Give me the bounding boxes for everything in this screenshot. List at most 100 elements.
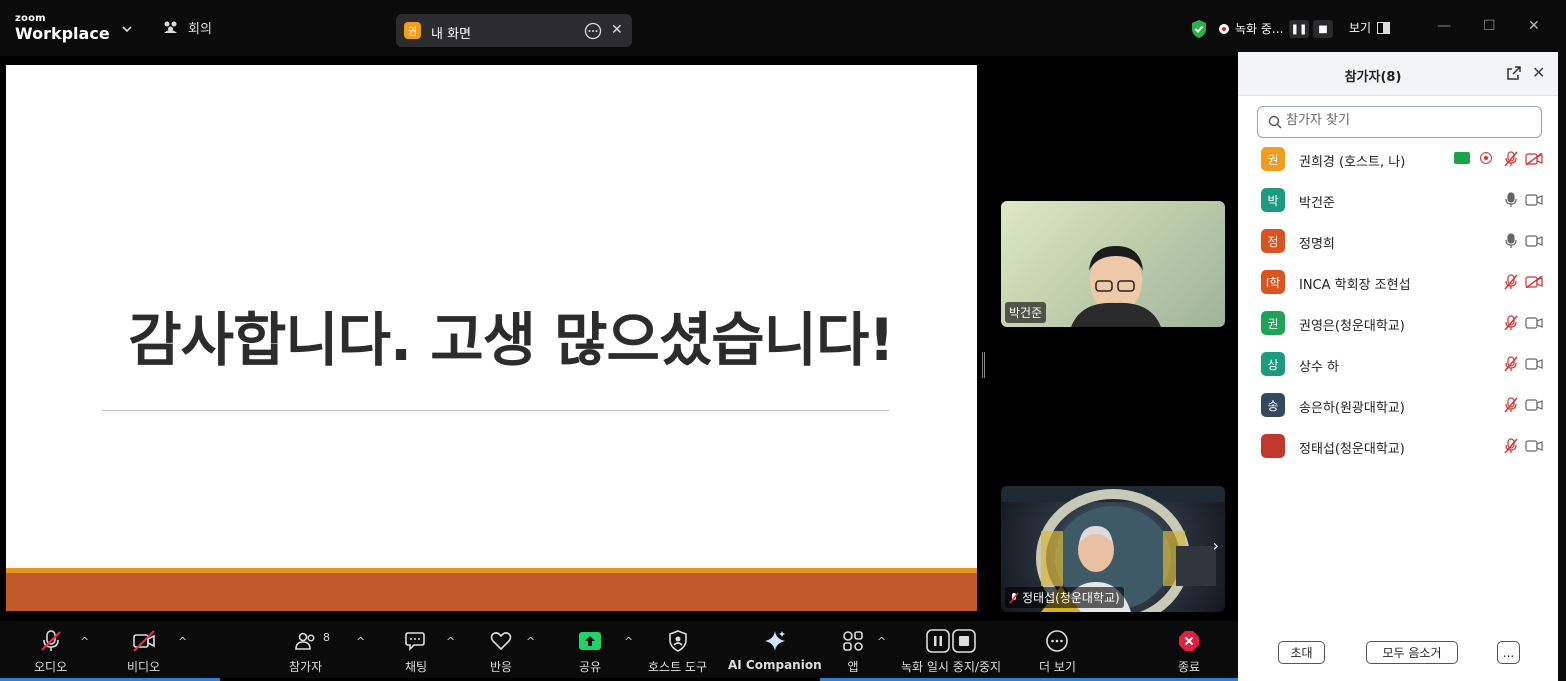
sparkle-icon xyxy=(764,631,785,651)
participant-row[interactable]: 정태섭(청운대학교) xyxy=(1238,432,1558,473)
audio-button[interactable]: 오디오 xyxy=(34,629,67,675)
participant-row[interactable]: 권 권희경 (호스트, 나) xyxy=(1238,145,1558,186)
chat-button[interactable]: 채팅 xyxy=(404,629,428,675)
share-avatar: 권 xyxy=(404,22,421,39)
participant-row[interactable]: 박 박건준 xyxy=(1238,186,1558,227)
participant-row[interactable]: 권 권영은(청운대학교) xyxy=(1238,309,1558,350)
participant-name: 송은하(원광대학교) xyxy=(1299,401,1405,416)
heart-icon xyxy=(490,632,512,651)
camera-icon[interactable] xyxy=(1525,440,1543,452)
reactions-options-caret-icon[interactable]: ^ xyxy=(526,635,535,648)
meeting-label: 회의 xyxy=(188,22,212,37)
search-input[interactable] xyxy=(1286,113,1526,128)
recording-controls: ❚❚ ■ xyxy=(1289,20,1333,38)
camera-icon[interactable] xyxy=(1525,358,1543,370)
end-meeting-button[interactable]: 종료 xyxy=(1177,629,1201,675)
title-bar: zoom Workplace 회의 권 내 화면 ✕ 녹화 중... ❚❚ ■ … xyxy=(0,0,1566,56)
audio-options-caret-icon[interactable]: ^ xyxy=(80,635,89,648)
invite-button[interactable]: 초대 xyxy=(1278,641,1325,664)
window-close-icon[interactable]: ✕ xyxy=(1528,18,1540,34)
host-tools-button[interactable]: 호스트 도구 xyxy=(648,629,707,675)
participant-row[interactable]: 정 정명희 xyxy=(1238,227,1558,268)
apps-options-caret-icon[interactable]: ^ xyxy=(877,635,886,648)
maximize-icon[interactable]: ☐ xyxy=(1483,18,1496,34)
my-screen-share-pill[interactable]: 권 내 화면 ✕ xyxy=(396,14,632,47)
avatar: I학 xyxy=(1261,270,1285,294)
minimize-icon[interactable]: — xyxy=(1437,18,1451,34)
close-panel-icon[interactable]: ✕ xyxy=(1532,63,1545,82)
participant-row[interactable]: 상 상수 하 xyxy=(1238,350,1558,391)
participant-name: INCA 학회장 조현섭 xyxy=(1299,278,1411,293)
pause-recording-icon[interactable]: ❚❚ xyxy=(1289,20,1309,38)
mic-muted-icon[interactable] xyxy=(1504,315,1518,331)
share-button[interactable]: 공유 xyxy=(578,629,602,675)
mic-muted-icon[interactable] xyxy=(1504,274,1518,290)
participant-name: 권희경 (호스트, 나) xyxy=(1299,155,1406,170)
chat-options-caret-icon[interactable]: ^ xyxy=(446,635,455,648)
camera-off-icon[interactable] xyxy=(1525,276,1543,288)
more-label: 더 보기 xyxy=(1039,660,1076,674)
recording-dot-icon xyxy=(1219,23,1229,34)
panel-more-button[interactable]: ... xyxy=(1497,641,1520,664)
share-label: 내 화면 xyxy=(431,27,472,42)
video-tile[interactable]: 박건준 xyxy=(1001,201,1225,327)
participants-button[interactable]: 참가자 xyxy=(289,629,322,675)
participant-row[interactable]: I학 INCA 학회장 조현섭 xyxy=(1238,268,1558,309)
participant-row[interactable]: 송 송은하(원광대학교) xyxy=(1238,391,1558,432)
meeting-menu-button[interactable]: 회의 xyxy=(162,18,212,37)
popout-icon[interactable] xyxy=(1506,65,1522,81)
panel-more-label: ... xyxy=(1502,645,1515,660)
participants-options-caret-icon[interactable]: ^ xyxy=(356,635,365,648)
mic-muted-icon xyxy=(1009,592,1019,603)
chevron-down-icon[interactable] xyxy=(120,22,134,36)
chat-label: 채팅 xyxy=(404,660,428,674)
more-icon xyxy=(1046,630,1069,652)
pause-stop-icon xyxy=(926,629,976,653)
camera-off-icon[interactable] xyxy=(1525,153,1543,165)
share-options-caret-icon[interactable]: ^ xyxy=(624,635,633,648)
mic-muted-icon[interactable] xyxy=(1504,397,1518,413)
stop-recording-icon[interactable]: ■ xyxy=(1313,20,1333,38)
next-page-icon[interactable]: › xyxy=(1213,536,1219,555)
participant-search[interactable] xyxy=(1257,106,1542,138)
mic-icon[interactable] xyxy=(1504,233,1518,249)
participant-name: 권영은(청운대학교) xyxy=(1299,319,1405,334)
search-icon xyxy=(1268,115,1282,129)
invite-label: 초대 xyxy=(1290,646,1313,660)
video-button[interactable]: 비디오 xyxy=(127,629,160,675)
mic-muted-icon[interactable] xyxy=(1504,438,1518,454)
splitter-handle[interactable] xyxy=(982,352,985,378)
mute-all-button[interactable]: 모두 음소거 xyxy=(1366,641,1458,664)
participant-name: 정명희 xyxy=(1299,237,1335,252)
slide-footer-band xyxy=(6,568,977,611)
camera-icon[interactable] xyxy=(1525,194,1543,206)
participant-name: 박건준 xyxy=(1299,196,1335,211)
video-name: 정태섭(청운대학교) xyxy=(1022,591,1120,605)
reactions-button[interactable]: 반응 xyxy=(489,629,513,675)
chat-icon xyxy=(405,632,425,651)
view-button[interactable]: 보기 xyxy=(1349,19,1391,36)
mic-icon[interactable] xyxy=(1504,192,1518,208)
more-button[interactable]: 더 보기 xyxy=(1039,629,1076,675)
zoom-logo: zoom Workplace xyxy=(15,14,110,42)
slide-divider xyxy=(102,410,889,411)
mic-muted-icon xyxy=(40,630,61,651)
recording-controls-button[interactable]: 녹화 일시 중지/중지 xyxy=(901,629,1001,675)
ai-companion-button[interactable]: AI Companion xyxy=(728,629,822,672)
more-options-icon[interactable] xyxy=(584,22,602,40)
camera-icon[interactable] xyxy=(1525,399,1543,411)
video-options-caret-icon[interactable]: ^ xyxy=(178,635,187,648)
mic-muted-icon[interactable] xyxy=(1504,151,1518,167)
reactions-label: 반응 xyxy=(489,660,513,674)
apps-button[interactable]: 앱 xyxy=(841,629,865,675)
apps-icon xyxy=(843,631,863,651)
mic-muted-icon[interactable] xyxy=(1504,356,1518,372)
participants-panel: 참가자(8) ✕ 권 권희경 (호스트, 나) 박 박건준 정 정명희 I학 I… xyxy=(1238,52,1558,681)
panel-title: 참가자(8) xyxy=(1344,70,1402,85)
camera-icon[interactable] xyxy=(1525,317,1543,329)
close-share-icon[interactable]: ✕ xyxy=(611,22,623,38)
video-tile[interactable]: › 정태섭(청운대학교) xyxy=(1001,486,1225,612)
security-shield-icon[interactable] xyxy=(1190,19,1208,39)
shared-screen-slide: 감사합니다. 고생 많으셨습니다! xyxy=(6,65,977,611)
camera-icon[interactable] xyxy=(1525,235,1543,247)
